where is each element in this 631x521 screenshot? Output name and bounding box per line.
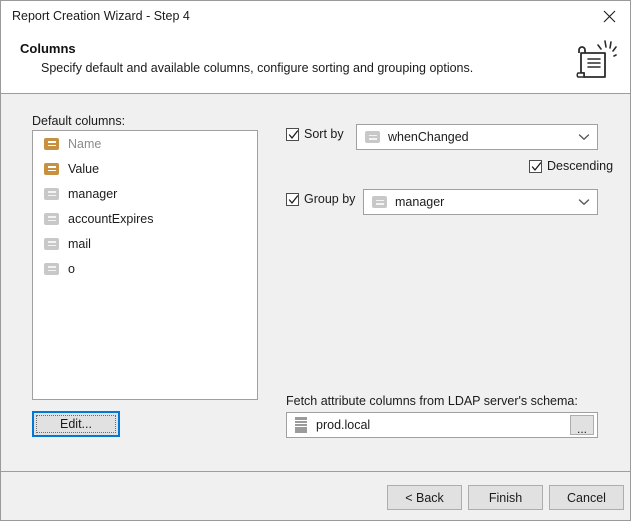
ldap-server-value: prod.local (316, 418, 371, 432)
page-subtitle: Specify default and available columns, c… (41, 61, 474, 75)
chevron-down-icon (571, 190, 597, 214)
dialog-header: Columns Specify default and available co… (1, 32, 630, 94)
list-item[interactable]: Name (33, 131, 257, 156)
descending-checkbox[interactable]: Descending (529, 159, 613, 173)
checkbox-box (529, 159, 542, 173)
server-icon (295, 417, 307, 433)
column-attribute-icon (372, 196, 387, 208)
group-by-checkbox[interactable]: Group by (286, 192, 355, 206)
column-attribute-icon (44, 212, 59, 225)
dialog-footer: < Back Finish Cancel (1, 471, 630, 520)
edit-columns-button-label: Edit... (36, 415, 116, 433)
column-attribute-icon (44, 262, 59, 275)
list-item-label: Value (68, 161, 100, 176)
edit-columns-button[interactable]: Edit... (32, 411, 120, 437)
finish-button[interactable]: Finish (468, 485, 543, 510)
list-item[interactable]: manager (33, 181, 257, 206)
list-item[interactable]: Value (33, 156, 257, 181)
sort-by-select[interactable]: whenChanged (356, 124, 598, 150)
list-item-label: o (68, 261, 75, 276)
checkmark-icon (531, 161, 542, 171)
report-scroll-icon (565, 37, 617, 89)
close-icon (603, 10, 615, 22)
checkmark-icon (288, 129, 299, 139)
sort-by-checkbox[interactable]: Sort by (286, 127, 344, 141)
default-columns-listbox[interactable]: Name Value manager accountExpires mail o (32, 130, 258, 400)
list-item-label: accountExpires (68, 211, 154, 226)
checkbox-box (286, 127, 299, 141)
window-title: Report Creation Wizard - Step 4 (12, 9, 190, 23)
list-item-label: Name (68, 136, 102, 151)
chevron-down-icon (571, 125, 597, 149)
sort-by-label: Sort by (304, 127, 344, 141)
ldap-server-field[interactable]: prod.local ... (286, 412, 598, 438)
group-by-value: manager (395, 195, 445, 209)
group-by-select[interactable]: manager (363, 189, 598, 215)
close-button[interactable] (586, 1, 630, 31)
list-item[interactable]: o (33, 256, 257, 281)
list-item[interactable]: mail (33, 231, 257, 256)
fetch-schema-label: Fetch attribute columns from LDAP server… (286, 394, 578, 408)
checkmark-icon (288, 194, 299, 204)
list-item-label: manager (68, 186, 118, 201)
column-attribute-icon (44, 237, 59, 250)
column-default-icon (44, 162, 59, 175)
default-columns-label: Default columns: (32, 114, 126, 128)
page-title: Columns (20, 41, 76, 56)
group-by-label: Group by (304, 192, 356, 206)
list-item-label: mail (68, 236, 91, 251)
cancel-button[interactable]: Cancel (549, 485, 624, 510)
browse-server-button[interactable]: ... (570, 415, 594, 435)
column-attribute-icon (44, 187, 59, 200)
title-bar: Report Creation Wizard - Step 4 (1, 1, 630, 32)
checkbox-box (286, 192, 299, 206)
column-default-icon (44, 137, 59, 150)
back-button[interactable]: < Back (387, 485, 462, 510)
sort-by-value: whenChanged (388, 130, 469, 144)
list-item[interactable]: accountExpires (33, 206, 257, 231)
report-creation-wizard-dialog: Report Creation Wizard - Step 4 Columns … (0, 0, 631, 521)
descending-label: Descending (547, 159, 614, 173)
column-attribute-icon (365, 131, 380, 143)
dialog-body: Default columns: Name Value manager acco… (1, 94, 630, 520)
